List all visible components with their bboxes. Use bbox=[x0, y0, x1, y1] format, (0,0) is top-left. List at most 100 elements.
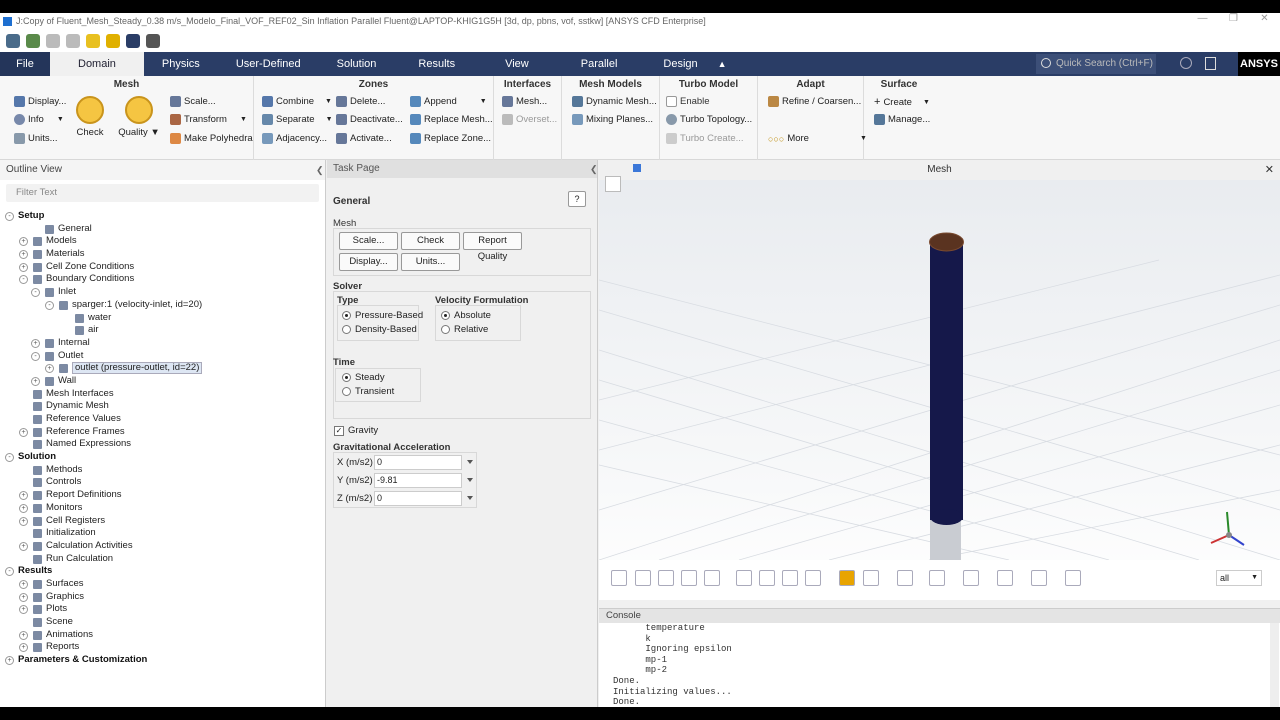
tree-item[interactable]: + Parameters & Customization bbox=[0, 654, 325, 667]
replace-mesh-button[interactable]: Replace Mesh... bbox=[410, 114, 493, 125]
tab-domain[interactable]: Domain bbox=[50, 52, 144, 76]
tree-item[interactable]: + Cell Zone Conditions bbox=[0, 261, 325, 274]
tab-view[interactable]: View bbox=[479, 52, 555, 76]
help-button[interactable]: ? bbox=[568, 191, 586, 207]
zoom-icon[interactable] bbox=[658, 570, 674, 586]
isometric-icon[interactable] bbox=[782, 570, 798, 586]
tree-item[interactable]: Named Expressions bbox=[0, 438, 325, 451]
expand-icon[interactable]: + bbox=[31, 338, 40, 348]
make-polyhedra-button[interactable]: Make Polyhedra bbox=[170, 133, 253, 144]
absolute-radio[interactable]: Absolute bbox=[441, 310, 491, 321]
pan-icon[interactable] bbox=[635, 570, 651, 586]
expand-icon[interactable]: + bbox=[19, 592, 28, 602]
tree-item[interactable]: - Setup bbox=[0, 210, 325, 223]
graphics-window[interactable]: Mesh ✕ all ▼ bbox=[599, 160, 1280, 600]
expand-icon[interactable]: + bbox=[5, 656, 14, 666]
mesh-check-button[interactable]: Check bbox=[72, 96, 108, 138]
document-icon[interactable] bbox=[1205, 57, 1216, 70]
tab-design[interactable]: Design bbox=[643, 52, 717, 76]
zoom-out-icon[interactable] bbox=[759, 570, 775, 586]
mesh-display-button[interactable]: Display... bbox=[14, 96, 66, 107]
tab-solution[interactable]: Solution bbox=[319, 52, 395, 76]
collapse-task-icon[interactable]: ❮ bbox=[590, 160, 598, 178]
lighting-icon[interactable] bbox=[863, 570, 879, 586]
report-quality-button[interactable]: Report Quality bbox=[463, 232, 522, 262]
collapse-ribbon-icon[interactable]: ▲ bbox=[718, 59, 727, 69]
quick-search-input[interactable]: Quick Search (Ctrl+F) bbox=[1036, 54, 1156, 74]
surface-create-button[interactable]: + Create ▼ bbox=[874, 96, 930, 108]
cube-icon[interactable] bbox=[963, 570, 979, 586]
expand-icon[interactable]: + bbox=[19, 250, 28, 260]
tree-item[interactable]: - Outlet bbox=[0, 350, 325, 363]
tree-item[interactable]: + Models bbox=[0, 235, 325, 248]
axis-triad-icon[interactable] bbox=[1210, 511, 1245, 546]
tree-item[interactable]: air bbox=[0, 324, 325, 337]
mixing-planes-button[interactable]: Mixing Planes... bbox=[572, 114, 653, 125]
turbo-topology-button[interactable]: Turbo Topology... bbox=[666, 114, 752, 125]
tree-item[interactable]: + outlet (pressure-outlet, id=22) bbox=[0, 362, 325, 375]
dynamic-mesh-button[interactable]: Dynamic Mesh... bbox=[572, 96, 657, 107]
tree-item[interactable]: Reference Values bbox=[0, 413, 325, 426]
write-case-icon[interactable] bbox=[26, 33, 40, 48]
turbo-create-button[interactable]: Turbo Create... bbox=[666, 133, 744, 144]
overset-button[interactable]: Overset... bbox=[502, 114, 557, 125]
expand-icon[interactable]: + bbox=[19, 491, 28, 501]
tree-item[interactable]: + Reference Frames bbox=[0, 426, 325, 439]
expand-icon[interactable]: + bbox=[19, 503, 28, 513]
close-graphics-icon[interactable]: ✕ bbox=[1265, 160, 1274, 180]
ruler-icon[interactable] bbox=[897, 570, 913, 586]
expand-icon[interactable]: + bbox=[31, 376, 40, 386]
tab-user-defined[interactable]: User-Defined bbox=[218, 52, 319, 76]
tree-item[interactable]: Scene bbox=[0, 616, 325, 629]
adapt-more-button[interactable]: ○○○ More ▼ bbox=[768, 133, 867, 144]
tree-item[interactable]: + Materials bbox=[0, 248, 325, 261]
units-button[interactable]: Units... bbox=[401, 253, 460, 271]
relative-radio[interactable]: Relative bbox=[441, 324, 488, 335]
surface-manage-button[interactable]: Manage... bbox=[874, 114, 930, 125]
collapse-icon[interactable]: - bbox=[31, 288, 40, 298]
zones-separate-button[interactable]: Separate ▼ bbox=[262, 114, 333, 125]
mesh-transform-button[interactable]: Transform ▼ bbox=[170, 114, 247, 125]
console-panel[interactable]: Console temperature k Ignoring epsilon m… bbox=[599, 608, 1280, 707]
tree-item[interactable]: + Animations bbox=[0, 629, 325, 642]
zones-activate-button[interactable]: Activate... bbox=[336, 133, 392, 144]
expand-icon[interactable]: + bbox=[45, 364, 54, 374]
tree-item[interactable]: Dynamic Mesh bbox=[0, 400, 325, 413]
mesh-quality-button[interactable]: Quality ▼ bbox=[118, 96, 160, 138]
rotate-icon[interactable] bbox=[611, 570, 627, 586]
collapse-panel-icon[interactable]: ❮ bbox=[316, 160, 324, 180]
refine-coarsen-button[interactable]: Refine / Coarsen... bbox=[768, 96, 861, 107]
zoom-box-icon[interactable] bbox=[681, 570, 697, 586]
tab-results[interactable]: Results bbox=[394, 52, 479, 76]
tree-item[interactable]: - sparger:1 (velocity-inlet, id=20) bbox=[0, 299, 325, 312]
customize-icon[interactable] bbox=[146, 33, 160, 48]
read-case-icon[interactable] bbox=[6, 33, 20, 48]
mesh-info-button[interactable]: Info ▼ bbox=[14, 114, 64, 125]
mesh-units-button[interactable]: Units... bbox=[14, 133, 58, 144]
zones-combine-button[interactable]: Combine ▼ bbox=[262, 96, 332, 107]
filter-text-input[interactable]: Filter Text bbox=[6, 184, 319, 202]
steady-radio[interactable]: Steady bbox=[342, 372, 385, 383]
turbo-enable-checkbox[interactable]: Enable bbox=[666, 96, 710, 107]
tree-item[interactable]: + Monitors bbox=[0, 502, 325, 515]
zones-delete-button[interactable]: Delete... bbox=[336, 96, 385, 107]
tree-item[interactable]: + Reports bbox=[0, 641, 325, 654]
tree-item[interactable]: + Calculation Activities bbox=[0, 540, 325, 553]
replace-zone-button[interactable]: Replace Zone... bbox=[410, 133, 491, 144]
expand-icon[interactable]: + bbox=[19, 605, 28, 615]
mesh-scene[interactable] bbox=[599, 180, 1280, 560]
zones-adjacency-button[interactable]: Adjacency... bbox=[262, 133, 327, 144]
expand-icon[interactable]: + bbox=[19, 630, 28, 640]
tree-item[interactable]: - Results bbox=[0, 565, 325, 578]
collapse-icon[interactable]: - bbox=[31, 351, 40, 361]
layout-icon[interactable] bbox=[126, 33, 140, 48]
tree-item[interactable]: + Graphics bbox=[0, 591, 325, 604]
pressure-based-radio[interactable]: Pressure-Based bbox=[342, 310, 423, 321]
y-input[interactable]: -9.81 bbox=[374, 473, 462, 488]
dropdown-icon[interactable] bbox=[467, 460, 473, 464]
gravity-checkbox[interactable]: ✓ Gravity bbox=[334, 425, 378, 436]
view-icon[interactable] bbox=[805, 570, 821, 586]
tree-item[interactable]: - Inlet bbox=[0, 286, 325, 299]
tree-item[interactable]: Controls bbox=[0, 476, 325, 489]
zones-deactivate-button[interactable]: Deactivate... bbox=[336, 114, 403, 125]
